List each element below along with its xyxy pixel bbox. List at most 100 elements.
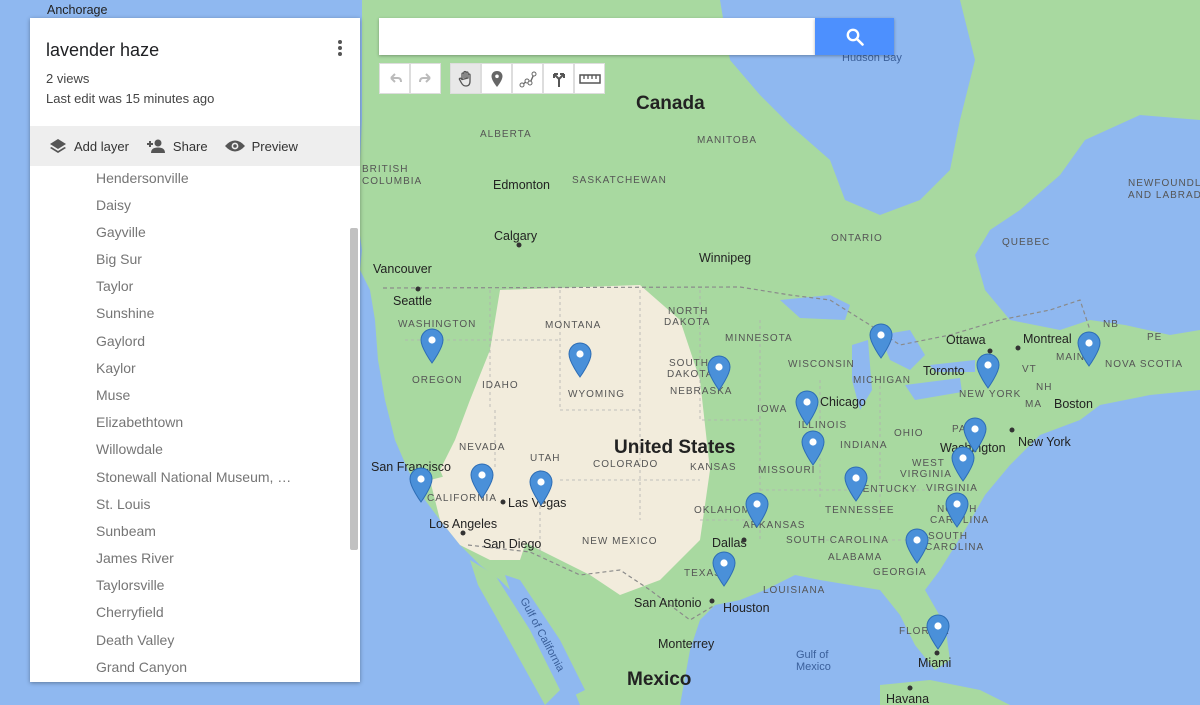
region-label: WEST [912,458,945,469]
select-hand-button[interactable] [450,63,481,94]
list-item[interactable]: Grand Canyon [96,659,187,675]
region-label: NEBRASKA [670,386,732,397]
region-label: ALABAMA [828,552,882,563]
region-label: ARKANSAS [743,520,805,531]
list-item[interactable]: Stonewall National Museum, … [96,469,291,485]
country-label: Mexico [627,669,691,690]
list-item[interactable]: Hendersonville [96,170,189,186]
city-label: Winnipeg [699,251,751,265]
list-item[interactable]: Sunbeam [96,523,156,539]
list-item[interactable]: Gaylord [96,333,145,349]
region-label: IOWA [757,404,787,415]
region-label: VT [1022,364,1037,375]
city-label: Ottawa [946,333,986,347]
history-tools [379,63,441,94]
measure-button[interactable] [574,63,605,94]
region-label: NEVADA [459,442,505,453]
city-label: San Francisco [371,460,451,474]
redo-button[interactable] [410,63,441,94]
list-item[interactable]: Elizabethtown [96,414,183,430]
ruler-icon [578,73,601,84]
city-label: Toronto [923,364,965,378]
region-label: NH [1036,382,1052,393]
add-layer-button[interactable]: Add layer [48,137,129,155]
views-count: 2 views [46,71,90,86]
place-list: Hendersonville Daisy Gayville Big Sur Ta… [30,166,348,682]
region-label: COLORADO [593,459,658,470]
city-label: Calgary [494,229,538,243]
region-label: ONTARIO [831,233,883,244]
region-label: MISSOURI [758,465,815,476]
scrollbar-thumb[interactable] [350,228,358,550]
add-marker-button[interactable] [481,63,512,94]
more-options-button[interactable] [332,38,348,60]
undo-button[interactable] [379,63,410,94]
add-layer-label: Add layer [74,138,129,154]
more-vert-icon [332,40,348,56]
region-label: QUEBEC [1002,237,1050,248]
region-label: VIRGINIA [900,469,952,480]
region-label: GEORGIA [873,567,927,578]
city-label: Vancouver [373,262,432,276]
layers-icon [50,139,66,153]
list-item[interactable]: Taylorsville [96,577,164,593]
region-label: SOUTH [669,358,709,369]
redo-icon [418,72,431,83]
hand-icon [458,70,471,87]
list-item[interactable]: Death Valley [96,632,174,648]
region-label: SOUTH CAROLINA [786,535,889,546]
region-label: NOVA SCOTIA [1105,359,1183,370]
city-label: San Diego [483,537,541,551]
region-label: MINNESOTA [725,333,793,344]
directions-button[interactable] [543,63,574,94]
map-title[interactable]: lavender haze [46,40,159,61]
list-item[interactable]: Willowdale [96,441,163,457]
list-item[interactable]: Gayville [96,224,146,240]
list-item[interactable]: St. Louis [96,496,150,512]
search-button[interactable] [815,18,894,55]
city-label: Seattle [393,294,432,308]
share-button[interactable]: Share [145,138,208,154]
city-label: Chicago [820,395,866,409]
region-label: NORTH [668,306,708,317]
region-label: PE [1147,332,1162,343]
list-item[interactable]: Big Sur [96,251,142,267]
city-label: Dallas [712,536,747,550]
list-item[interactable]: James River [96,550,174,566]
draw-line-icon [519,71,536,87]
region-label: MANITOBA [697,135,757,146]
list-item[interactable]: Kaylor [96,360,136,376]
list-item[interactable]: Taylor [96,278,133,294]
region-label: MA [1025,399,1042,410]
list-item[interactable]: Daisy [96,197,131,213]
city-label: Boston [1054,397,1093,411]
undo-icon [389,72,402,83]
region-label: SASKATCHEWAN [572,175,667,186]
person-add-icon [146,139,165,153]
region-label: MICHIGAN [853,375,911,386]
country-label: Canada [636,93,705,114]
region-label: BRITISH [362,164,408,175]
list-item[interactable]: Cherryfield [96,604,164,620]
region-label: NB [1103,319,1119,330]
panel-header: lavender haze 2 views Last edit was 15 m… [30,18,360,126]
list-item[interactable]: Muse [96,387,130,403]
region-label: DAKOTA [667,369,713,380]
city-label: Monterrey [658,637,715,651]
region-label: SOUTH [928,531,968,542]
search-input[interactable] [379,18,815,55]
region-label: COLUMBIA [362,176,422,187]
preview-button[interactable]: Preview [224,139,298,154]
region-label: KANSAS [690,462,737,473]
city-label: Anchorage [47,3,108,17]
region-label: LOUISIANA [763,585,825,596]
city-label: Edmonton [493,178,550,192]
city-label: Miami [918,656,951,670]
draw-line-button[interactable] [512,63,543,94]
water-label: Gulf of [796,649,829,661]
city-label: San Antonio [634,596,701,610]
list-item[interactable]: Sunshine [96,305,154,321]
region-label: OREGON [412,375,462,386]
list-scrollbar[interactable] [348,166,360,682]
region-label: WYOMING [568,389,625,400]
